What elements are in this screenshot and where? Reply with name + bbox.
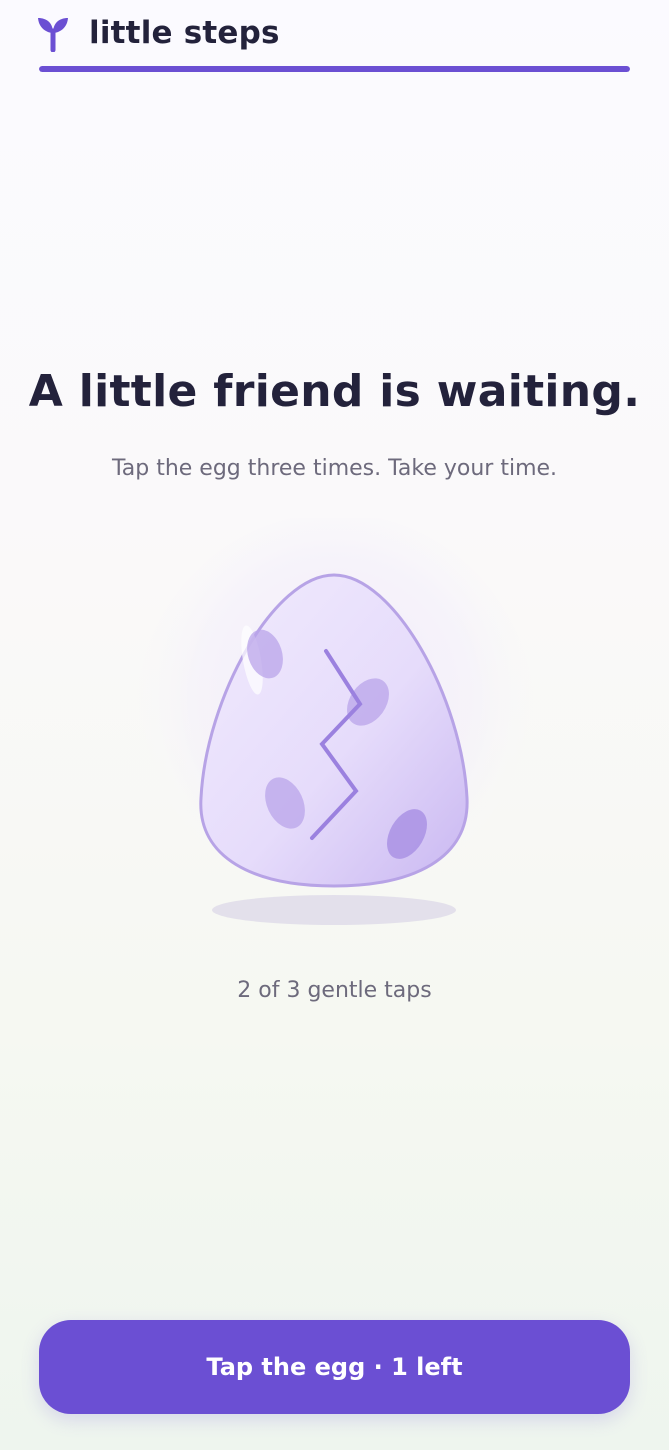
sprout-icon: [35, 14, 71, 53]
tap-egg-button[interactable]: Tap the egg · 1 left: [39, 1320, 630, 1414]
page-subtitle: Tap the egg three times. Take your time.: [111, 456, 558, 481]
brand-name: little steps: [89, 15, 280, 51]
app-header: little steps: [38, 14, 630, 54]
egg-button[interactable]: [134, 518, 536, 938]
egg-cracked-icon[interactable]: [134, 518, 536, 938]
progress-bar-fill: [39, 66, 630, 72]
progress-bar: [39, 66, 630, 72]
tap-counter: 2 of 3 gentle taps: [237, 978, 432, 1003]
page-title: A little friend is waiting.: [28, 366, 641, 417]
egg-shadow: [212, 895, 456, 925]
